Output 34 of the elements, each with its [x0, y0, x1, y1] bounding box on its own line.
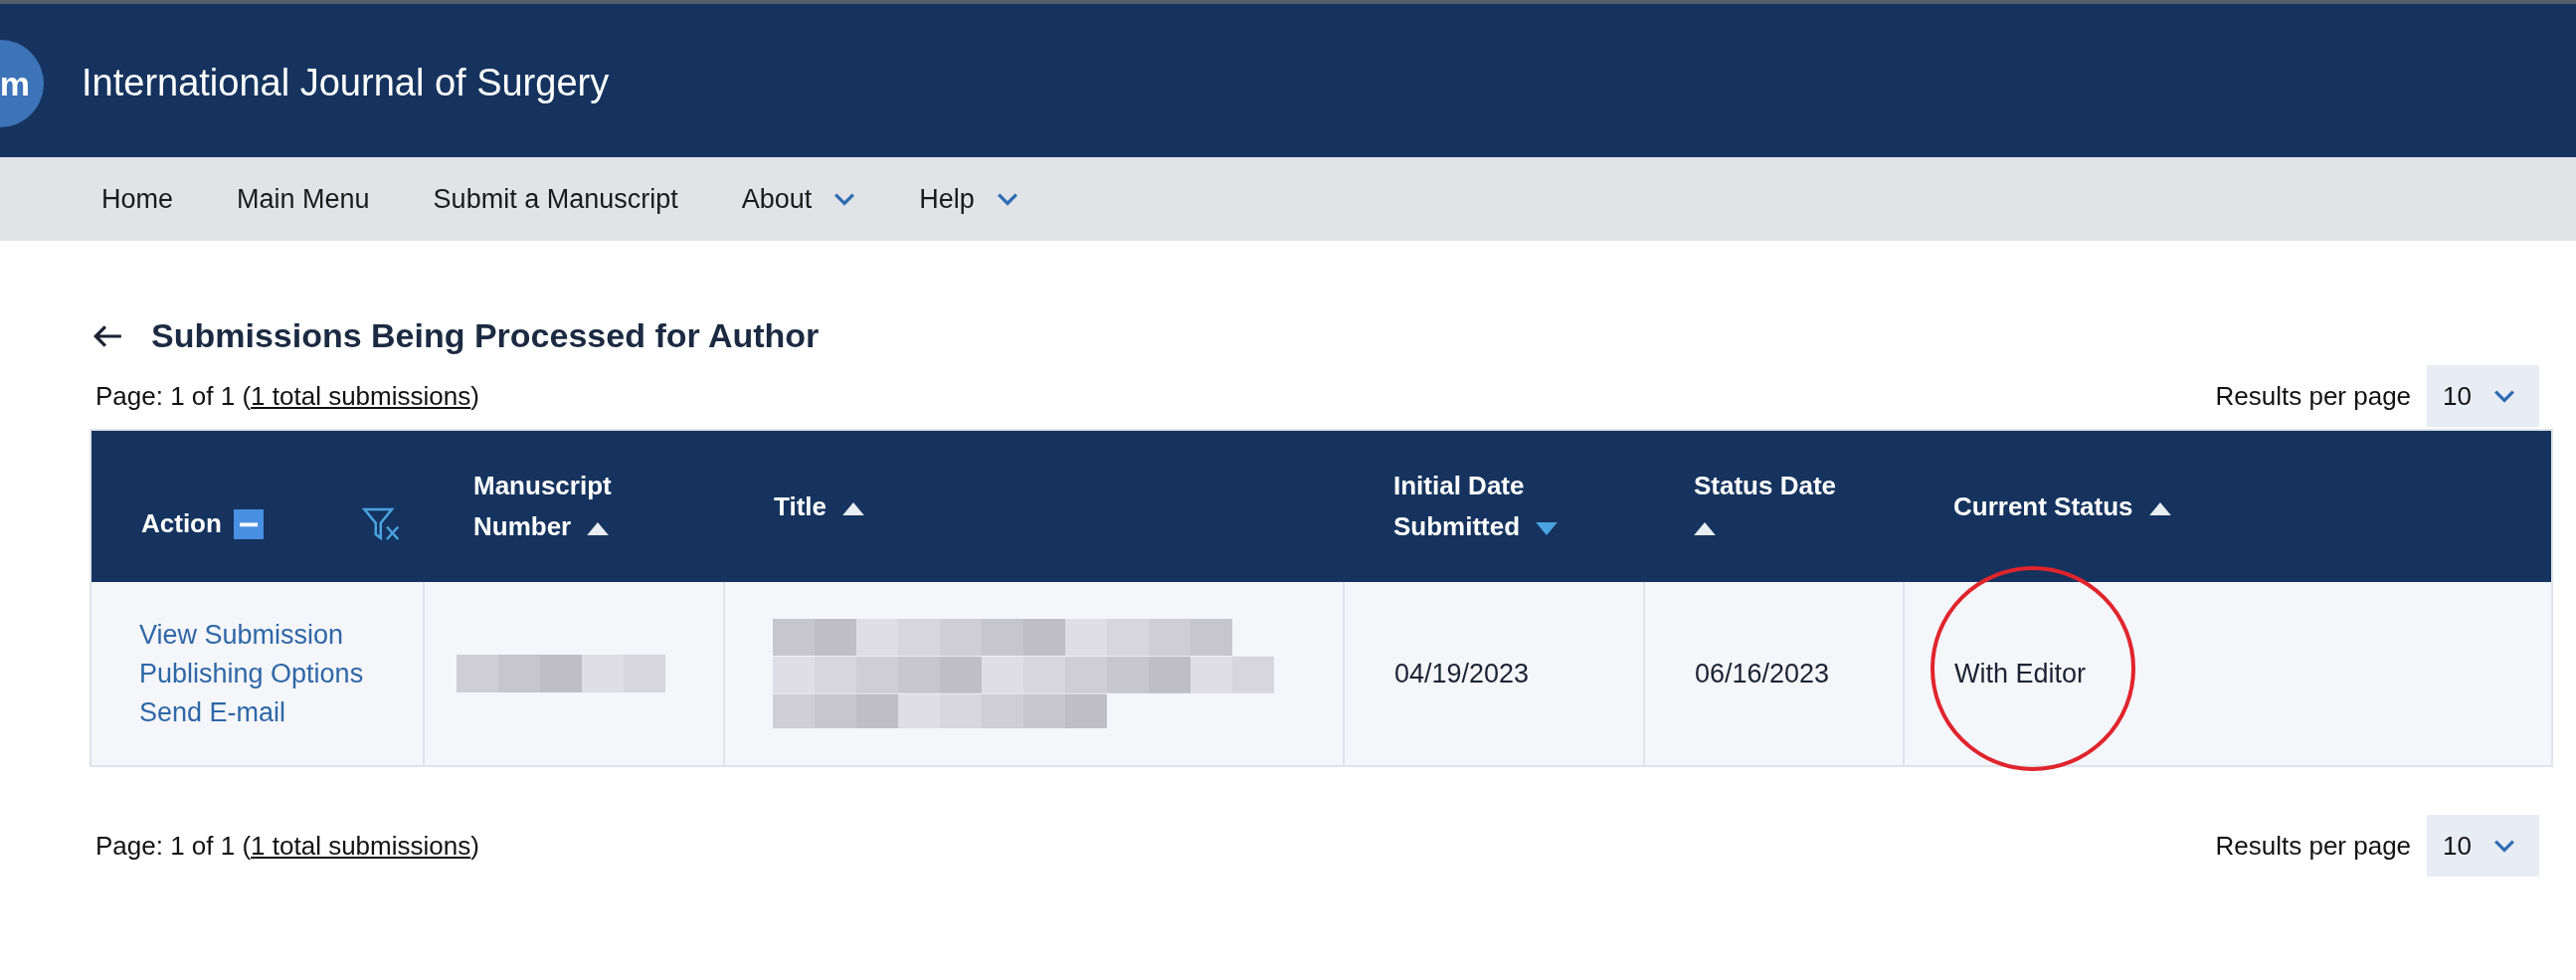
- journal-title: International Journal of Surgery: [82, 61, 610, 104]
- nav-link[interactable]: Submit a Manuscript: [433, 183, 678, 215]
- column-header[interactable]: Current Status: [1904, 430, 2552, 582]
- table-cell: 04/19/2023: [1344, 582, 1644, 766]
- action-link[interactable]: Publishing Options: [139, 658, 423, 689]
- sort-up-icon[interactable]: [1694, 522, 1716, 535]
- results-per-page-label: Results per page: [2215, 830, 2412, 862]
- sort-up-icon[interactable]: [842, 501, 864, 515]
- status-text: With Editor: [1954, 658, 2087, 688]
- action-link[interactable]: View Submission: [139, 619, 423, 651]
- sort-up-icon[interactable]: [587, 522, 610, 535]
- chevron-down-icon: [2493, 839, 2515, 853]
- column-header[interactable]: Manuscript Number: [424, 430, 724, 582]
- nav-link[interactable]: About: [741, 183, 856, 215]
- table-cell: 06/16/2023: [1644, 582, 1904, 766]
- column-header[interactable]: Action: [91, 430, 424, 582]
- journal-logo[interactable]: m: [0, 40, 44, 127]
- chevron-down-icon: [2493, 389, 2515, 403]
- action-link[interactable]: Send E-mail: [139, 696, 423, 728]
- results-per-page-select[interactable]: 10: [2427, 365, 2539, 427]
- column-header[interactable]: Title: [724, 430, 1344, 582]
- nav-link[interactable]: Home: [101, 183, 174, 215]
- page-info: Page: 1 of 1 (1 total submissions): [95, 380, 479, 412]
- sort-down-icon[interactable]: [1536, 522, 1559, 535]
- column-header[interactable]: Initial Date Submitted: [1344, 430, 1644, 582]
- nav-link[interactable]: Main Menu: [237, 183, 370, 215]
- column-header[interactable]: Status Date: [1644, 430, 1904, 582]
- results-per-page-select[interactable]: 10: [2427, 815, 2539, 877]
- page-title: Submissions Being Processed for Author: [151, 316, 820, 355]
- collapse-icon[interactable]: [233, 508, 264, 539]
- nav-link[interactable]: Help: [919, 183, 1018, 215]
- page-info: Page: 1 of 1 (1 total submissions): [95, 830, 479, 862]
- results-per-page-label: Results per page: [2215, 380, 2412, 412]
- sort-up-icon[interactable]: [2148, 501, 2171, 515]
